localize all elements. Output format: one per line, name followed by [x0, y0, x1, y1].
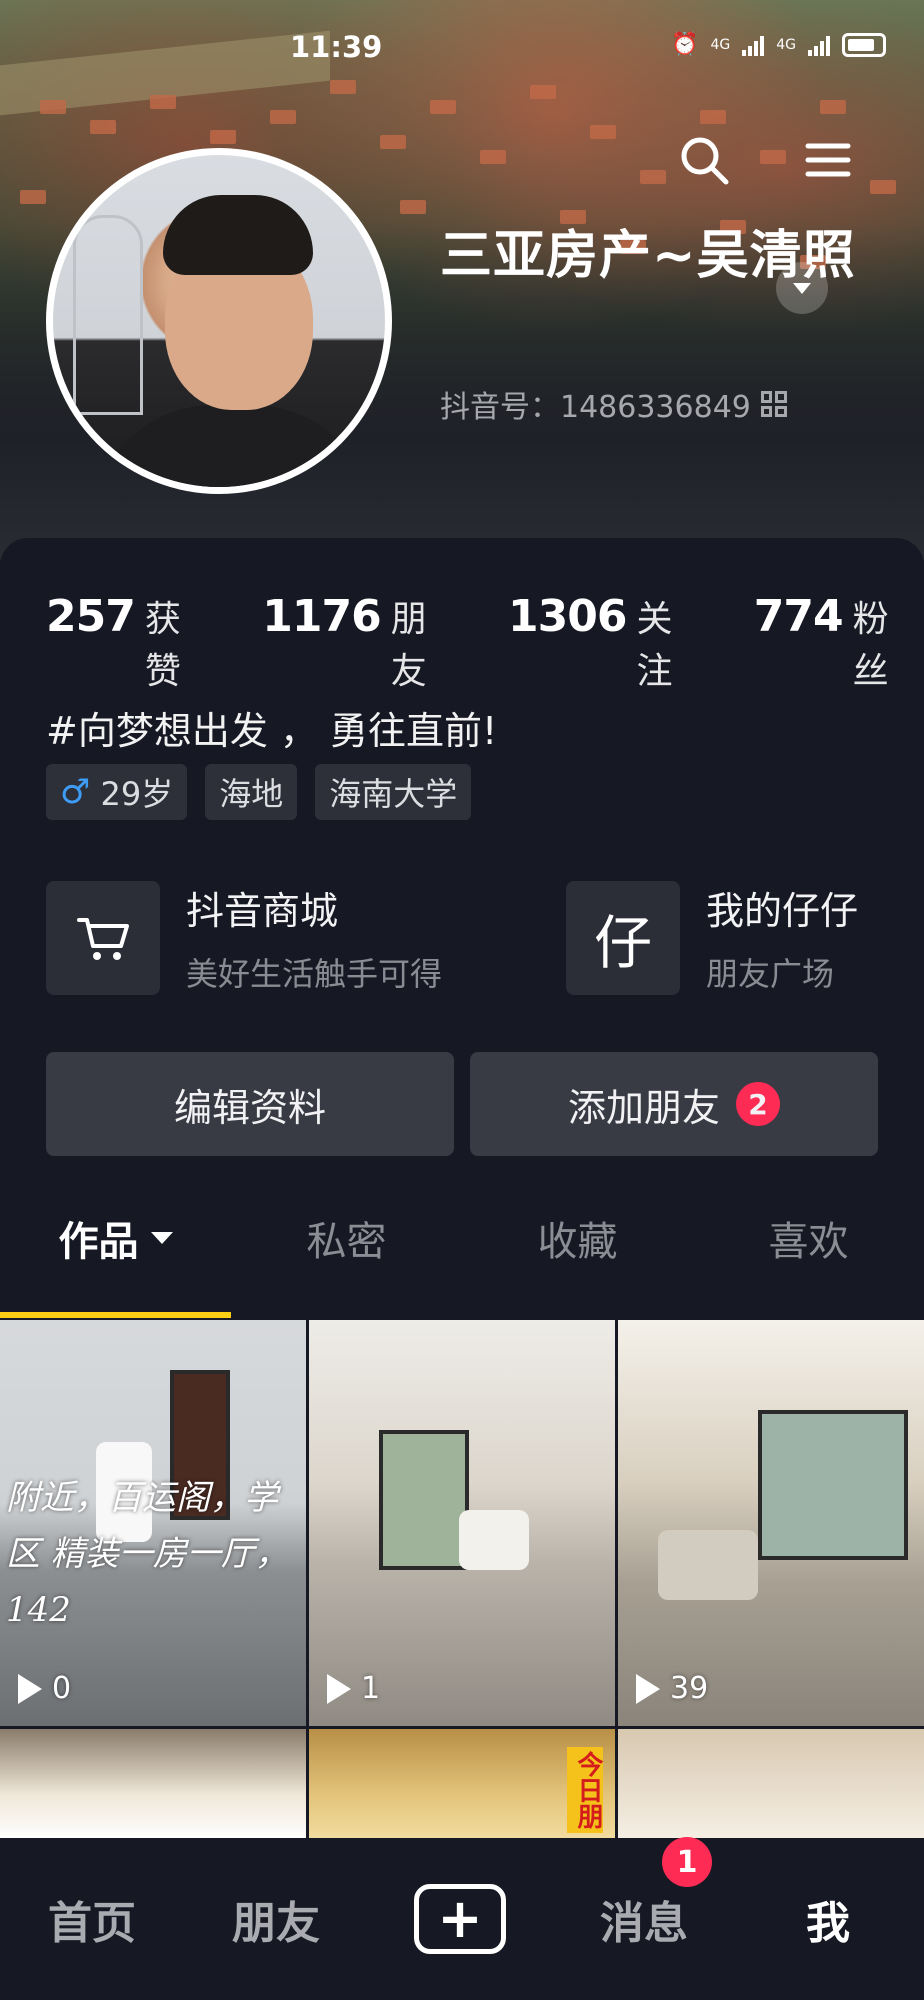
signal-icon — [742, 34, 765, 56]
play-icon — [18, 1673, 42, 1704]
douyin-id-text: 抖音号：1486336849 — [440, 390, 751, 425]
video-thumbnail[interactable]: 1 — [309, 1320, 615, 1726]
alarm-icon: ⏰ — [671, 32, 699, 57]
battery-icon — [842, 32, 886, 57]
tab-indicator — [0, 1312, 231, 1318]
tab-likes[interactable]: 喜欢 — [693, 1188, 924, 1288]
video-thumbnail[interactable] — [618, 1729, 924, 1839]
network-label-2: 4G — [776, 36, 796, 53]
nav-friends[interactable]: 朋友 — [184, 1887, 368, 1951]
network-label-1: 4G — [710, 36, 731, 53]
nav-me[interactable]: 我 — [736, 1887, 920, 1951]
bottom-nav: 首页 朋友 + 消息 1 我 — [0, 1837, 924, 2000]
tag-location: 海地 — [205, 764, 298, 820]
shopping-cart-icon — [46, 880, 160, 995]
tag-school: 海南大学 — [315, 764, 472, 820]
stat-friends[interactable]: 1176 朋友 — [262, 590, 462, 694]
nav-home[interactable]: 首页 — [0, 1887, 184, 1951]
tab-private[interactable]: 私密 — [231, 1188, 462, 1288]
tab-favorites[interactable]: 收藏 — [462, 1188, 693, 1288]
play-count: 0 — [18, 1671, 71, 1706]
nav-messages[interactable]: 消息 1 — [552, 1837, 736, 1951]
avatar[interactable] — [46, 148, 392, 494]
profile-tags: ♂ 29岁 海地 海南大学 — [46, 764, 472, 820]
profile-main: 257 获赞 1176 朋友 1306 关注 774 粉丝 #向梦想出发 ， 勇… — [0, 538, 924, 1839]
video-grid: 附近，百运阁，学区 精装一房一厅，142 0 1 39 今日朋 — [0, 1320, 924, 1839]
stats-row: 257 获赞 1176 朋友 1306 关注 774 粉丝 — [46, 590, 924, 694]
nav-create[interactable]: + — [368, 1884, 552, 1954]
mall-subtitle: 美好生活触手可得 — [186, 955, 443, 993]
tag-age: ♂ 29岁 — [46, 764, 188, 820]
status-bar: 11:39 ⏰ 4G 4G — [0, 30, 924, 70]
douyin-mall-entry[interactable]: 抖音商城 美好生活触手可得 — [46, 880, 442, 995]
menu-icon[interactable] — [800, 132, 856, 188]
video-thumbnail[interactable]: 附近，百运阁，学区 精装一房一厅，142 0 — [0, 1320, 306, 1726]
add-friend-button[interactable]: 添加朋友 2 — [470, 1052, 878, 1156]
edit-profile-button[interactable]: 编辑资料 — [46, 1052, 454, 1156]
play-icon — [636, 1673, 660, 1704]
stat-likes[interactable]: 257 获赞 — [46, 590, 216, 694]
zaizai-title: 我的仔仔 — [706, 889, 859, 933]
zai-icon: 仔 — [566, 880, 680, 995]
stat-followers[interactable]: 774 粉丝 — [754, 590, 924, 694]
video-thumbnail[interactable] — [0, 1729, 306, 1839]
mall-title: 抖音商城 — [186, 889, 339, 933]
stat-following[interactable]: 1306 关注 — [508, 590, 708, 694]
status-icons: ⏰ 4G 4G — [671, 32, 886, 57]
play-icon — [327, 1673, 351, 1704]
tab-works[interactable]: 作品 — [0, 1188, 231, 1288]
play-count: 39 — [636, 1671, 708, 1706]
status-time: 11:39 — [290, 30, 383, 64]
video-overlay-vertical-text: 今日朋 — [567, 1747, 603, 1833]
chevron-down-icon — [150, 1232, 173, 1244]
my-zaizai-entry[interactable]: 仔 我的仔仔 朋友广场 — [566, 880, 858, 995]
content-tabs: 作品 私密 收藏 喜欢 — [0, 1188, 924, 1288]
video-overlay-text: 附近，百运阁，学区 精装一房一厅，142 — [6, 1478, 289, 1630]
messages-badge: 1 — [662, 1837, 712, 1887]
video-thumbnail[interactable]: 今日朋 — [309, 1729, 615, 1839]
male-icon: ♂ — [60, 772, 91, 812]
signal-icon-2 — [808, 34, 830, 56]
qr-code-icon[interactable] — [760, 391, 787, 417]
expand-profile-button[interactable] — [776, 262, 828, 314]
play-count: 1 — [327, 1671, 380, 1706]
zaizai-subtitle: 朋友广场 — [706, 955, 835, 993]
search-icon[interactable] — [676, 132, 732, 188]
plus-icon: + — [414, 1884, 506, 1954]
douyin-id[interactable]: 抖音号：1486336849 — [440, 382, 787, 426]
video-thumbnail[interactable]: 39 — [618, 1320, 924, 1726]
add-friend-badge: 2 — [736, 1082, 780, 1126]
profile-bio: #向梦想出发 ， 勇往直前! — [46, 709, 498, 753]
